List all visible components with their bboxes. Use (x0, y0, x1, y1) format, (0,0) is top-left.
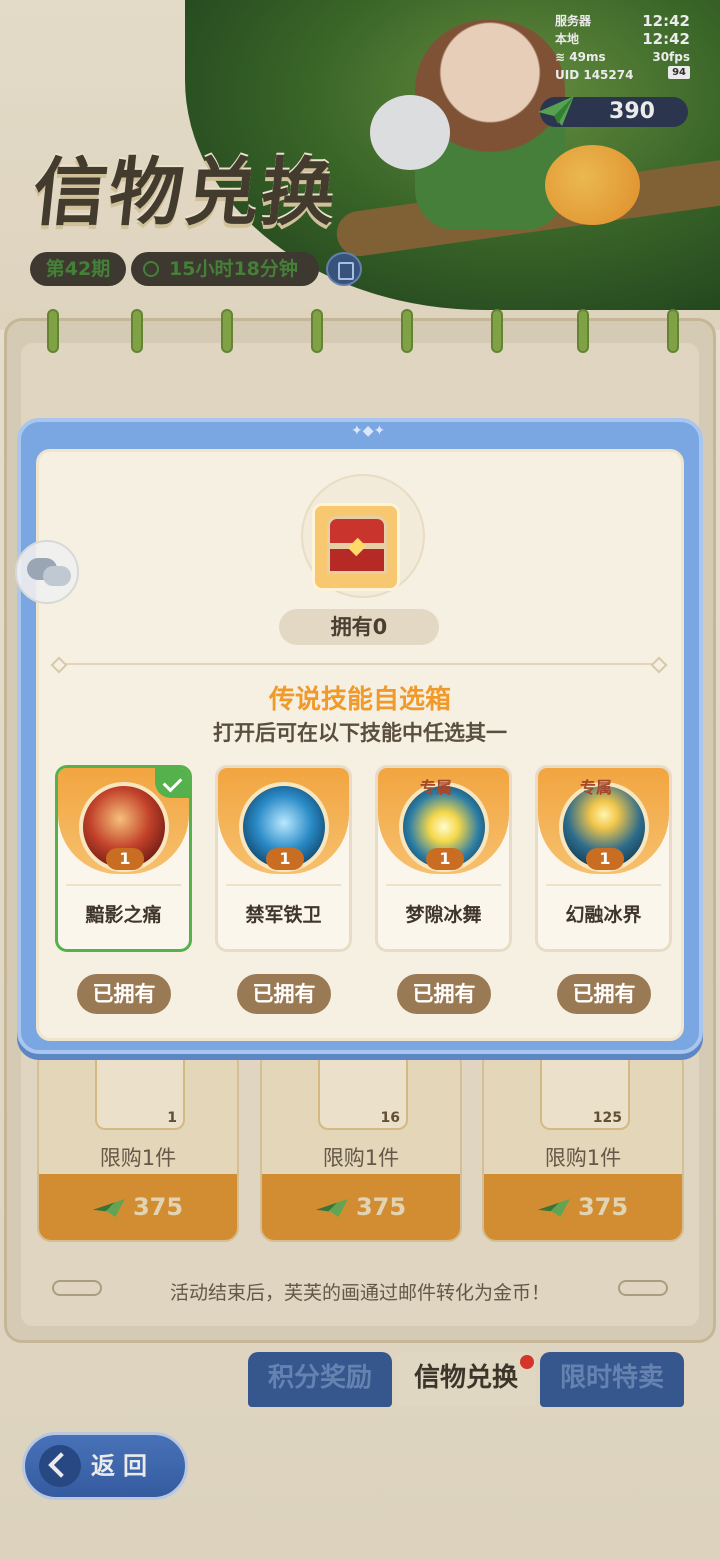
exclusive-tag: 专属 (420, 778, 453, 797)
skill-count: 1 (266, 848, 304, 870)
skill-count: 1 (426, 848, 464, 870)
skill-count: 1 (106, 848, 144, 870)
chat-icon-secondary (43, 566, 71, 586)
owned-status-badge: 已拥有 (77, 974, 171, 1014)
chat-bubble-button[interactable] (15, 540, 79, 604)
box-description: 打开后可在以下技能中任选其一 (213, 721, 507, 745)
skill-count: 1 (586, 848, 624, 870)
exclusive-tag: 专属 (580, 778, 613, 797)
skill-name: 黯影之痛 (85, 904, 162, 926)
treasure-chest-icon (312, 503, 400, 591)
owned-count: 拥有0 (279, 609, 439, 645)
skill-option-card[interactable]: 1 黯影之痛 (55, 765, 192, 952)
modal-top-ornament: ✦◆✦ (351, 423, 386, 439)
game-screen: 信物兑换 第42期 15小时18分钟 服务器 12:42 本地 12:42 ≋ 49… (0, 0, 720, 1560)
skill-name: 梦隙冰舞 (405, 904, 482, 926)
divider (59, 663, 659, 665)
skill-option-card[interactable]: 专属 1 梦隙冰舞 (375, 765, 512, 952)
skill-name: 幻融冰界 (565, 904, 642, 926)
owned-status-badge: 已拥有 (397, 974, 491, 1014)
skill-option-card[interactable]: 1 禁军铁卫 (215, 765, 352, 952)
selected-check-icon (155, 768, 189, 798)
modal-panel: 拥有0 传说技能自选箱 打开后可在以下技能中任选其一 1 黯影之痛 1 禁军铁卫 (36, 449, 684, 1041)
owned-status-badge: 已拥有 (237, 974, 331, 1014)
skill-option-card[interactable]: 专属 1 幻融冰界 (535, 765, 672, 952)
skill-name: 禁军铁卫 (245, 904, 322, 926)
owned-status-badge: 已拥有 (557, 974, 651, 1014)
skill-box-modal: ✦◆✦ 拥有0 传说技能自选箱 打开后可在以下技能中任选其一 1 黯影之痛 1 (17, 418, 703, 1054)
box-title: 传说技能自选箱 (268, 685, 451, 715)
